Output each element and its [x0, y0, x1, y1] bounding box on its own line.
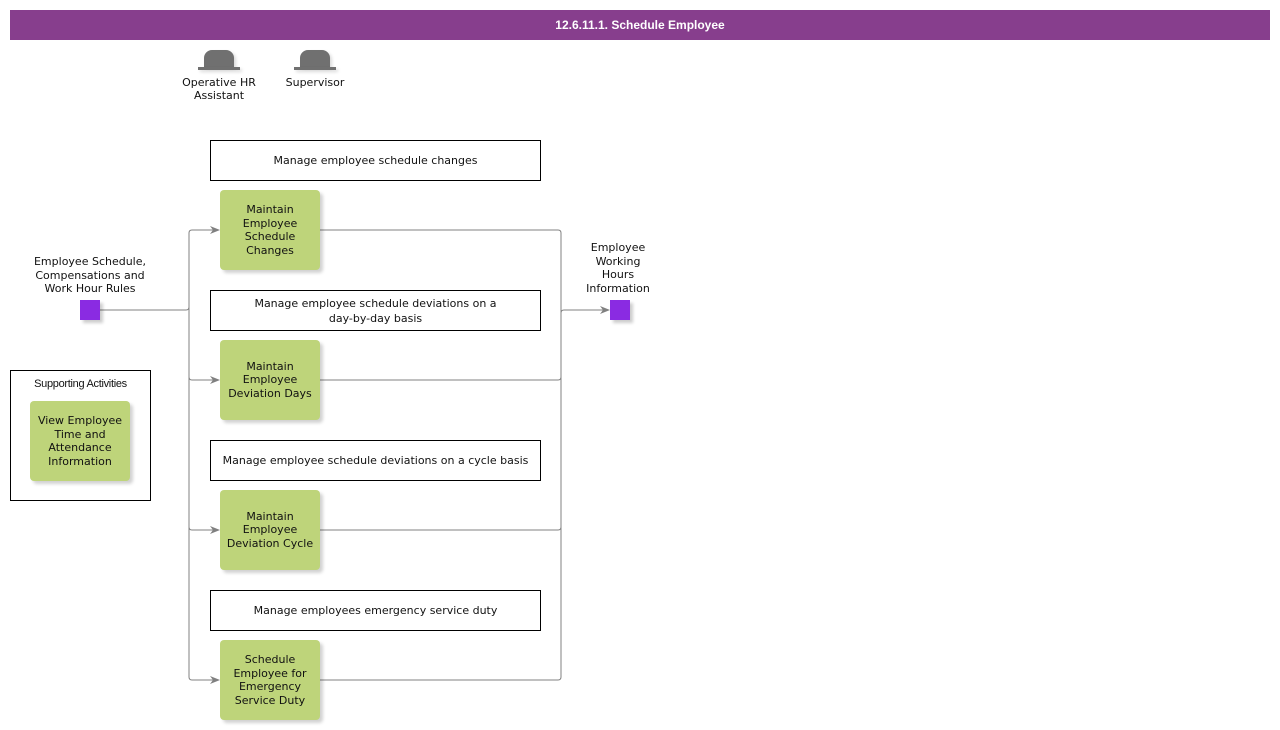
- activity-label: Maintain Employee Deviation Cycle: [226, 509, 314, 550]
- activity-maintain-schedule-changes[interactable]: Maintain Employee Schedule Changes: [220, 190, 320, 270]
- input-connector: [100, 306, 190, 311]
- note-deviation-days: Manage employee schedule deviations on a…: [210, 290, 541, 331]
- note-emergency-duty: Manage employees emergency service duty: [210, 590, 541, 631]
- input-label: Employee Schedule, Compensations and Wor…: [33, 255, 147, 295]
- activity-label: View Employee Time and Attendance Inform…: [37, 414, 123, 468]
- flow-from-activity-3: [320, 526, 562, 531]
- input-object[interactable]: [80, 300, 100, 320]
- note-schedule-changes: Manage employee schedule changes: [210, 140, 541, 181]
- activity-label: Maintain Employee Deviation Days: [228, 359, 312, 400]
- output-label: Employee Working Hours Information: [586, 241, 650, 295]
- activity-label: Maintain Employee Schedule Changes: [242, 203, 298, 257]
- activity-maintain-deviation-days[interactable]: Maintain Employee Deviation Days: [220, 340, 320, 420]
- left-bus: [188, 229, 193, 681]
- note-deviation-cycle: Manage employee schedule deviations on a…: [210, 440, 541, 481]
- activity-maintain-deviation-cycle[interactable]: Maintain Employee Deviation Cycle: [220, 490, 320, 570]
- activity-schedule-emergency-duty[interactable]: Schedule Employee for Emergency Service …: [220, 640, 320, 720]
- flow-connectors: [100, 226, 610, 684]
- flow-from-activity-4: [320, 676, 562, 681]
- flow-to-activity-2: [188, 376, 220, 384]
- supporting-activities-panel: Supporting Activities View Employee Time…: [10, 370, 151, 501]
- flow-from-activity-2: [320, 376, 562, 381]
- flow-to-activity-3: [188, 526, 220, 534]
- supporting-activities-title: Supporting Activities: [34, 378, 127, 390]
- activity-label: Schedule Employee for Emergency Service …: [233, 653, 307, 707]
- activity-view-time-attendance[interactable]: View Employee Time and Attendance Inform…: [30, 401, 130, 481]
- output-object[interactable]: [610, 300, 630, 320]
- flow-from-activity-1: [320, 229, 562, 234]
- output-connector: [560, 306, 610, 314]
